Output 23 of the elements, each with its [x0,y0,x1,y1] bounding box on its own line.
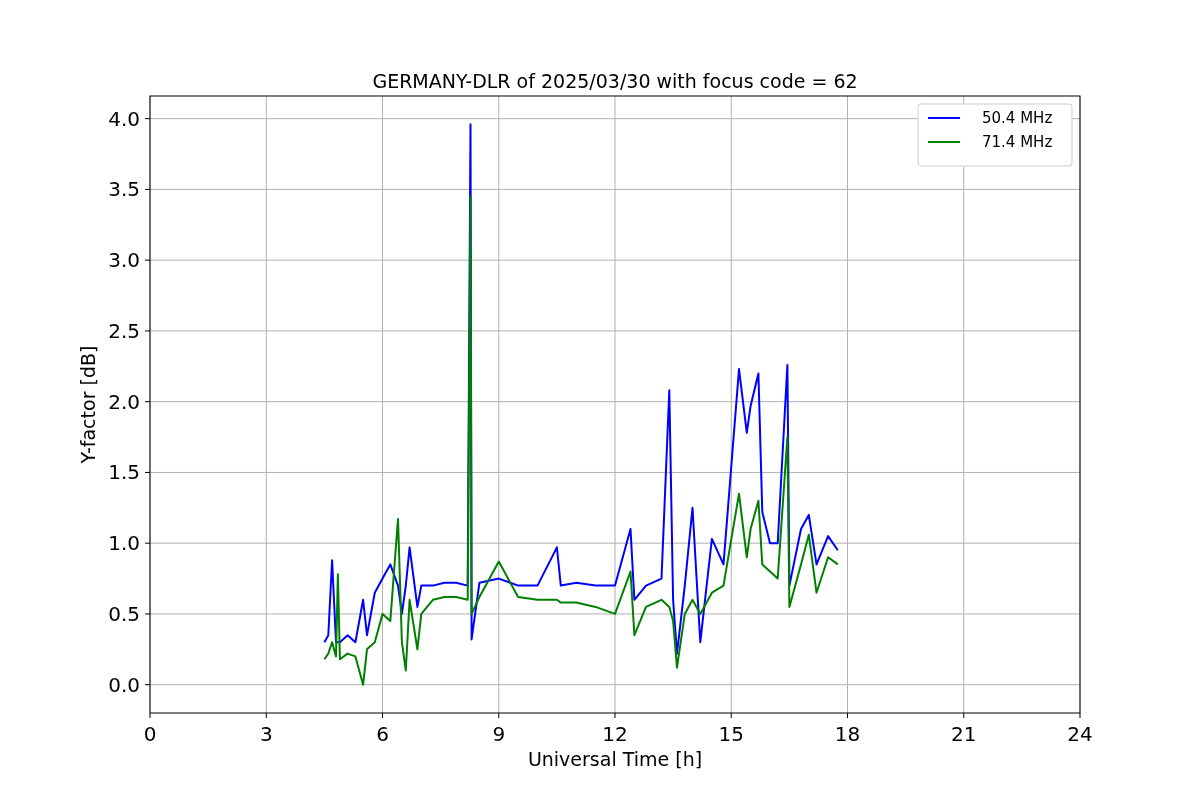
x-tick-label: 6 [376,722,389,746]
y-tick-label: 0.0 [108,672,140,697]
y-tick-label: 0.5 [108,601,140,626]
x-tick-label: 21 [951,722,977,746]
y-tick-label: 2.5 [108,318,140,343]
x-tick-label: 12 [602,722,628,746]
y-axis-label: Y-factor [dB] [77,345,99,464]
x-tick-label: 15 [718,722,744,746]
x-tick-label: 24 [1067,722,1093,746]
legend-label: 50.4 MHz [982,109,1053,127]
y-tick-label: 1.5 [108,460,140,485]
x-axis-label: Universal Time [h] [527,748,703,770]
x-tick-label: 0 [143,722,157,746]
x-tick-label: 9 [492,722,506,746]
y-tick-label: 3.5 [108,177,140,202]
x-tick-label: 3 [259,722,273,746]
y-tick-label: 1.0 [108,531,140,556]
chart-title: GERMANY-DLR of 2025/03/30 with focus code = 62 [372,70,858,92]
legend-label: 71.4 MHz [982,133,1053,151]
y-tick-label: 4.0 [108,106,140,131]
y-tick-label: 3.0 [108,248,140,273]
x-tick-label: 18 [834,722,861,746]
y-tick-label: 2.0 [108,389,140,414]
